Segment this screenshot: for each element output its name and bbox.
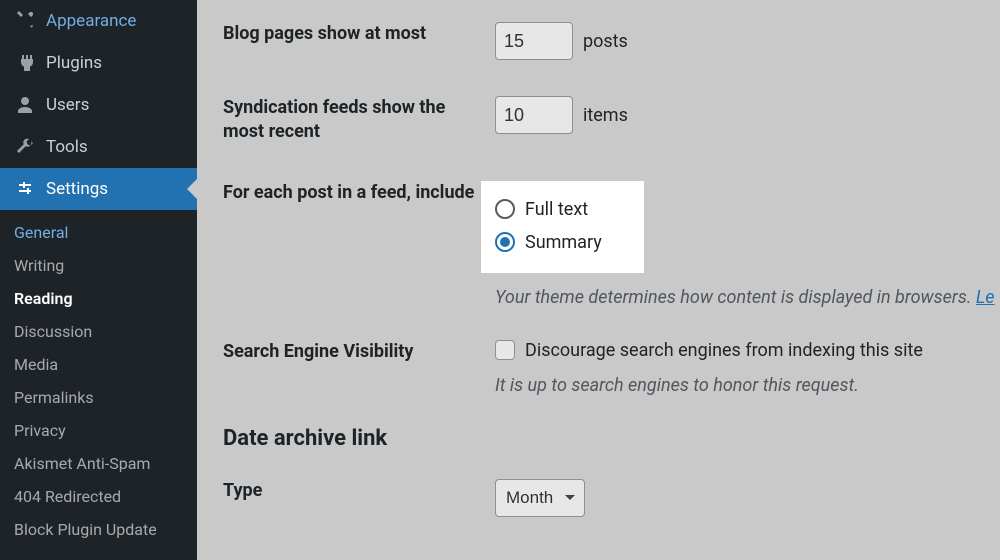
checkbox-discourage-row[interactable]: Discourage search engines from indexing … — [495, 340, 923, 361]
sidebar-item-appearance[interactable]: Appearance — [0, 0, 197, 42]
sidebar-item-label: Plugins — [46, 53, 102, 73]
submenu-item-block-plugin[interactable]: Block Plugin Update — [0, 513, 197, 546]
feed-radio-group: Full text Summary — [481, 181, 644, 273]
checkbox-discourage-label: Discourage search engines from indexing … — [525, 340, 923, 361]
row-blog-pages: Blog pages show at most posts — [223, 22, 1000, 60]
unit-posts: posts — [583, 31, 628, 52]
input-blog-pages[interactable] — [495, 22, 573, 60]
select-type-wrap: Month — [495, 479, 585, 517]
search-engine-description: It is up to search engines to honor this… — [495, 375, 923, 396]
label-syndication: Syndication feeds show the most recent — [223, 96, 495, 145]
input-syndication[interactable] — [495, 96, 573, 134]
plugins-icon — [14, 52, 36, 74]
users-icon — [14, 94, 36, 116]
radio-full-text-row[interactable]: Full text — [495, 193, 602, 226]
radio-full-text-label: Full text — [525, 199, 588, 220]
label-feed-include: For each post in a feed, include — [223, 181, 495, 205]
submenu-item-media[interactable]: Media — [0, 348, 197, 381]
checkbox-discourage[interactable] — [495, 340, 515, 360]
submenu-item-akismet[interactable]: Akismet Anti-Spam — [0, 447, 197, 480]
select-type[interactable]: Month — [495, 479, 585, 517]
main-content: Blog pages show at most posts Syndicatio… — [197, 0, 1000, 560]
sidebar-item-plugins[interactable]: Plugins — [0, 42, 197, 84]
radio-summary-row[interactable]: Summary — [495, 226, 602, 259]
row-syndication: Syndication feeds show the most recent i… — [223, 96, 1000, 145]
sidebar-item-settings[interactable]: Settings — [0, 168, 197, 210]
settings-icon — [14, 178, 36, 200]
sidebar-item-label: Appearance — [46, 11, 136, 31]
tools-icon — [14, 136, 36, 158]
sidebar-item-tools[interactable]: Tools — [0, 126, 197, 168]
submenu-item-general[interactable]: General — [0, 216, 197, 249]
sidebar-item-label: Settings — [46, 179, 108, 199]
admin-sidebar: Appearance Plugins Users Tools Settings … — [0, 0, 197, 560]
feed-learn-link[interactable]: Le — [976, 287, 995, 308]
submenu-item-reading[interactable]: Reading — [0, 282, 197, 315]
unit-items: items — [583, 105, 628, 126]
radio-full-text[interactable] — [495, 199, 515, 219]
radio-summary[interactable] — [495, 232, 515, 252]
submenu-item-writing[interactable]: Writing — [0, 249, 197, 282]
sidebar-item-users[interactable]: Users — [0, 84, 197, 126]
label-blog-pages: Blog pages show at most — [223, 22, 495, 46]
submenu-item-404[interactable]: 404 Redirected — [0, 480, 197, 513]
settings-submenu: General Writing Reading Discussion Media… — [0, 210, 197, 552]
sidebar-item-label: Users — [46, 95, 89, 115]
sidebar-item-label: Tools — [46, 137, 88, 157]
submenu-item-discussion[interactable]: Discussion — [0, 315, 197, 348]
feed-description: Your theme determines how content is dis… — [495, 287, 995, 308]
row-feed-include: For each post in a feed, include Full te… — [223, 181, 1000, 308]
label-search-engine: Search Engine Visibility — [223, 340, 495, 364]
heading-date-archive: Date archive link — [223, 426, 1000, 451]
row-type: Type Month — [223, 479, 1000, 517]
row-search-engine: Search Engine Visibility Discourage sear… — [223, 340, 1000, 396]
submenu-item-permalinks[interactable]: Permalinks — [0, 381, 197, 414]
radio-summary-label: Summary — [525, 232, 602, 253]
appearance-icon — [14, 10, 36, 32]
label-type: Type — [223, 479, 495, 503]
submenu-item-privacy[interactable]: Privacy — [0, 414, 197, 447]
